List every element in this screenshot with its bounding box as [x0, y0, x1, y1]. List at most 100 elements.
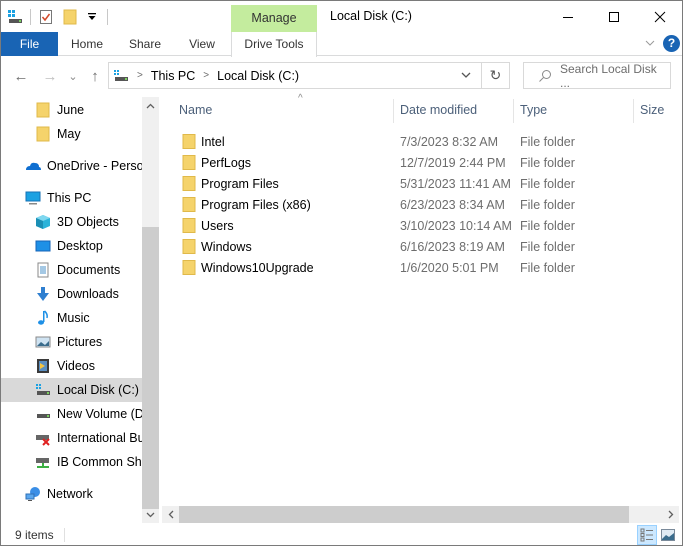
- sidebar-item-local-disk-c[interactable]: Local Disk (C:): [1, 378, 142, 402]
- scroll-down-button[interactable]: [142, 506, 159, 523]
- scroll-up-button[interactable]: [142, 97, 159, 114]
- expand-ribbon-button[interactable]: [644, 37, 656, 49]
- sidebar-item-pictures[interactable]: Pictures: [1, 330, 142, 354]
- file-name-cell: Program Files (x86): [182, 197, 311, 212]
- sidebar-item-ib-common-share[interactable]: IB Common Share: [1, 450, 142, 474]
- customize-dropdown-icon[interactable]: [84, 9, 100, 25]
- scrollbar-thumb[interactable]: [179, 506, 629, 523]
- column-divider[interactable]: [393, 99, 394, 123]
- sidebar-item-this-pc[interactable]: This PC: [1, 186, 142, 210]
- breadcrumb-local-disk[interactable]: Local Disk (C:): [217, 69, 299, 83]
- sidebar-item-international-business[interactable]: International Business: [1, 426, 142, 450]
- folder-icon: [35, 126, 51, 142]
- folder-icon: [182, 218, 196, 233]
- refresh-button[interactable]: ↻: [482, 62, 510, 89]
- sidebar-item-new-volume-d[interactable]: New Volume (D:): [1, 402, 142, 426]
- breadcrumb-separator[interactable]: >: [203, 70, 209, 81]
- column-header-name[interactable]: Name: [179, 95, 212, 125]
- file-name: Users: [201, 218, 234, 233]
- recent-locations-button[interactable]: ⌄: [64, 66, 82, 86]
- search-box[interactable]: Search Local Disk ...: [523, 62, 671, 90]
- file-explorer-window: Manage Local Disk (C:) File Home Share V…: [0, 0, 683, 546]
- sidebar-item-3d-objects[interactable]: 3D Objects: [1, 210, 142, 234]
- sidebar-item-music[interactable]: Music: [1, 306, 142, 330]
- sidebar-item-network[interactable]: Network: [1, 482, 142, 506]
- help-button[interactable]: ?: [663, 35, 680, 52]
- file-row[interactable]: PerfLogs 12/7/2019 2:44 PM File folder: [161, 152, 681, 173]
- file-name: Windows: [201, 239, 252, 254]
- file-row[interactable]: Windows 6/16/2023 8:19 AM File folder: [161, 236, 681, 257]
- sidebar-item-downloads[interactable]: Downloads: [1, 282, 142, 306]
- sidebar-item-documents[interactable]: Documents: [1, 258, 142, 282]
- sidebar-item-may[interactable]: May: [1, 122, 142, 146]
- large-icons-view-button[interactable]: [658, 525, 678, 545]
- sidebar-item-desktop[interactable]: Desktop: [1, 234, 142, 258]
- videos-icon: [35, 358, 51, 374]
- chevron-right-icon: [668, 510, 673, 519]
- horizontal-scrollbar[interactable]: [162, 506, 679, 523]
- tab-home[interactable]: Home: [63, 32, 111, 56]
- sidebar-item-label: May: [57, 127, 81, 141]
- breadcrumb-this-pc[interactable]: This PC: [151, 69, 195, 83]
- up-button[interactable]: ↑: [86, 66, 104, 86]
- scroll-right-button[interactable]: [662, 506, 679, 523]
- close-icon: [654, 11, 666, 22]
- minimize-button[interactable]: [545, 1, 591, 32]
- file-row[interactable]: Windows10Upgrade 1/6/2020 5:01 PM File fol…: [161, 257, 681, 278]
- sidebar-item-label: This PC: [47, 191, 92, 205]
- scrollbar-thumb[interactable]: [142, 227, 159, 509]
- file-row[interactable]: Users 3/10/2023 10:14 AM File folder: [161, 215, 681, 236]
- properties-icon[interactable]: [38, 9, 54, 25]
- navigation-bar: ← → ⌄ ↑ > This PC > Local Disk (C:) ↻ Se…: [1, 57, 682, 95]
- tab-view[interactable]: View: [179, 32, 225, 56]
- file-row[interactable]: Program Files (x86) 6/23/2023 8:34 AM File…: [161, 194, 681, 215]
- forward-button[interactable]: →: [41, 66, 59, 86]
- chevron-down-icon: ⌄: [68, 70, 78, 83]
- details-view-button[interactable]: [637, 525, 657, 545]
- sidebar-item-label: Local Disk (C:): [57, 383, 139, 397]
- column-divider[interactable]: [633, 99, 634, 123]
- file-name-cell: Windows: [182, 239, 252, 254]
- sidebar-item-onedrive[interactable]: OneDrive - Personal: [1, 154, 142, 178]
- folder-icon: [182, 260, 196, 275]
- file-type: File folder: [520, 197, 575, 212]
- sidebar-item-label: Videos: [57, 359, 95, 373]
- address-bar[interactable]: > This PC > Local Disk (C:): [108, 62, 482, 89]
- drive-icon[interactable]: [7, 9, 23, 25]
- close-button[interactable]: [637, 1, 683, 32]
- back-button[interactable]: ←: [12, 66, 30, 86]
- search-input[interactable]: Search Local Disk ...: [560, 62, 670, 90]
- column-header-size[interactable]: Size: [640, 95, 664, 125]
- sidebar-scrollbar[interactable]: [142, 97, 159, 523]
- folder-icon: [182, 239, 196, 254]
- onedrive-icon: [25, 158, 41, 174]
- sort-ascending-icon: ^: [298, 93, 303, 104]
- file-list: ^ Name Date modified Type Size Intel 7/3/…: [161, 93, 683, 505]
- local-disk-icon: [35, 382, 51, 398]
- tab-drive-tools[interactable]: Drive Tools: [231, 32, 317, 57]
- new-folder-icon[interactable]: [62, 9, 78, 25]
- tab-file[interactable]: File: [1, 32, 58, 56]
- desktop-icon: [35, 238, 51, 254]
- tab-share[interactable]: Share: [121, 32, 169, 56]
- file-row[interactable]: Intel 7/3/2023 8:32 AM File folder: [161, 131, 681, 152]
- sidebar-item-label: New Volume (D:): [57, 407, 142, 421]
- column-header-date-modified[interactable]: Date modified: [400, 95, 477, 125]
- maximize-icon: [609, 11, 619, 22]
- large-icons-view-icon: [661, 529, 675, 541]
- file-type: File folder: [520, 239, 575, 254]
- sidebar-item-videos[interactable]: Videos: [1, 354, 142, 378]
- column-divider[interactable]: [513, 99, 514, 123]
- address-dropdown-button[interactable]: [461, 67, 473, 83]
- maximize-button[interactable]: [591, 1, 637, 32]
- scroll-left-button[interactable]: [162, 506, 179, 523]
- sidebar-item-label: June: [57, 103, 85, 117]
- sidebar-item-label: Music: [57, 311, 90, 325]
- column-header-type[interactable]: Type: [520, 95, 547, 125]
- chevron-up-icon: [146, 103, 155, 108]
- manage-tab-group[interactable]: Manage: [231, 5, 317, 32]
- sidebar-item-june[interactable]: June: [1, 98, 142, 122]
- folder-icon: [182, 155, 196, 170]
- file-type: File folder: [520, 176, 575, 191]
- file-row[interactable]: Program Files 5/31/2023 11:41 AM File fold…: [161, 173, 681, 194]
